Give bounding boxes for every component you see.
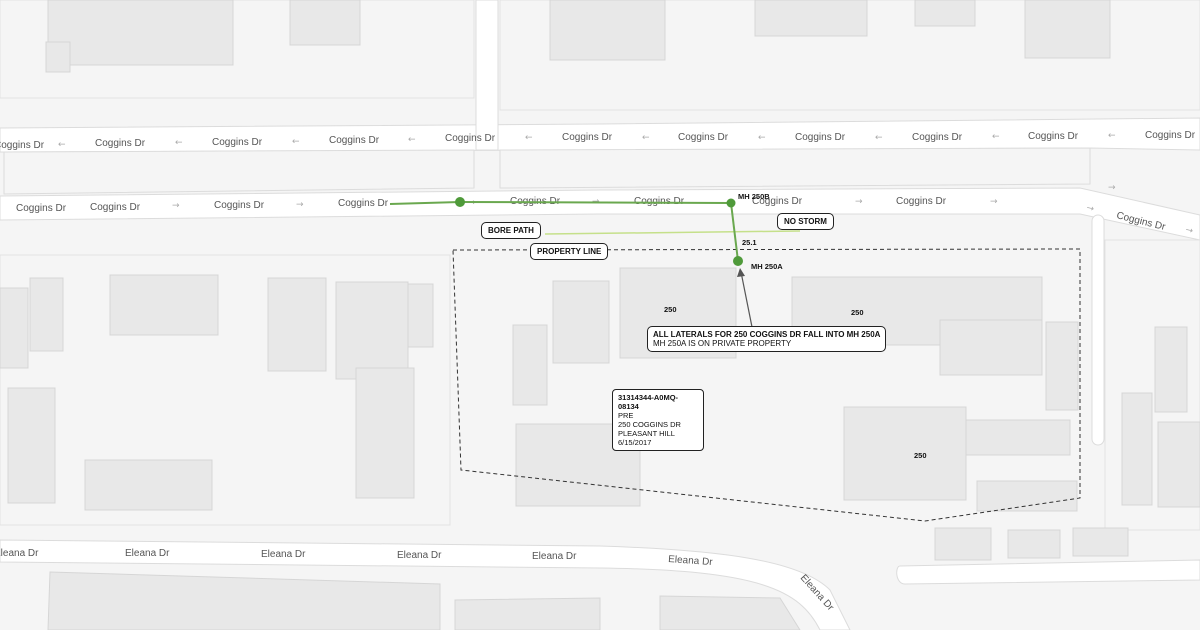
street-label-coggins: Coggins Dr: [1028, 131, 1079, 142]
street-label-coggins: Coggins Dr: [896, 196, 947, 207]
direction-arrow-east: →: [990, 197, 998, 207]
street-label-eleana: Eleana Dr: [532, 551, 577, 562]
property-line-callout[interactable]: PROPERTY LINE: [530, 243, 609, 260]
street-label-eleana: Eleana Dr: [261, 549, 306, 560]
direction-arrow-west: ←: [525, 133, 533, 143]
street-label-coggins: Coggins Dr: [329, 135, 380, 146]
direction-arrow-west: ←: [875, 133, 883, 143]
street-label-coggins: Coggins Dr: [338, 198, 389, 209]
direction-arrow-west: ←: [58, 140, 66, 150]
mh-250a-label: MH 250A: [751, 262, 783, 271]
median-west: [3, 149, 475, 195]
parcel-date: 6/15/2017: [618, 438, 652, 447]
direction-arrow-west: ←: [642, 133, 650, 143]
street-label-coggins: Coggins Dr: [90, 202, 141, 213]
street-label-eleana: Eleana Dr: [397, 550, 442, 561]
direction-arrow-west: ←: [1108, 131, 1116, 141]
bore-path-callout[interactable]: BORE PATH: [481, 222, 541, 239]
street-label-coggins: Coggins Dr: [95, 138, 146, 149]
street-label-coggins: Coggins Dr: [634, 196, 685, 207]
street-label-coggins: Coggins Dr: [214, 200, 265, 211]
parcel-type: PRE: [618, 411, 634, 420]
direction-arrow-west: ←: [292, 137, 300, 147]
direction-arrow-east: →: [855, 197, 863, 207]
parcel-info-box[interactable]: 31314344-A0MQ-08134 PRE 250 COGGINS DR P…: [612, 389, 704, 451]
direction-arrow-west: ←: [992, 132, 1000, 142]
street-label-coggins: Coggins Dr: [0, 140, 45, 151]
building-number-label: 250: [851, 308, 864, 317]
street-label-eleana: Eleana Dr: [125, 548, 170, 559]
building-number-label: 250: [664, 305, 677, 314]
street-label-coggins: Coggins Dr: [212, 137, 263, 148]
manhole-marker[interactable]: [455, 197, 465, 207]
direction-arrow-west: ←: [408, 135, 416, 145]
street-label-eleana: Eleana Dr: [0, 548, 39, 559]
parcel-city: PLEASANT HILL: [618, 429, 675, 438]
manhole-250a-marker[interactable]: [733, 256, 743, 266]
east-path: [1091, 214, 1105, 446]
direction-arrow-west: ←: [175, 138, 183, 148]
street-label-coggins: Coggins Dr: [678, 132, 729, 143]
distance-label: 25.1: [742, 238, 757, 247]
direction-arrow-east: →: [172, 201, 180, 211]
street-label-coggins: Coggins Dr: [562, 132, 613, 143]
sewer-main-segment[interactable]: [459, 201, 732, 204]
direction-arrow-east: →: [296, 200, 304, 210]
laterals-callout-subtitle: MH 250A IS ON PRIVATE PROPERTY: [653, 339, 792, 348]
map-canvas[interactable]: Coggins Dr ← Coggins Dr ← Coggins Dr ← C…: [0, 0, 1200, 630]
parcel-id: 31314344-A0MQ-08134: [618, 393, 679, 411]
building-number-label: 250: [914, 451, 927, 460]
no-storm-callout[interactable]: NO STORM: [777, 213, 834, 230]
street-label-coggins: Coggins Dr: [1145, 130, 1196, 141]
median-east: [499, 147, 1091, 189]
street-label-coggins: Coggins Dr: [912, 132, 963, 143]
north-street: [475, 0, 499, 151]
street-label-coggins: Coggins Dr: [16, 203, 67, 214]
laterals-callout-title: ALL LATERALS FOR 250 COGGINS DR FALL INT…: [653, 330, 881, 339]
direction-arrow-east: →: [1108, 183, 1116, 193]
street-label-coggins: Coggins Dr: [795, 132, 846, 143]
mh-250b-label: MH 250B: [738, 192, 770, 201]
parcel-address: 250 COGGINS DR: [618, 420, 681, 429]
laterals-callout[interactable]: ALL LATERALS FOR 250 COGGINS DR FALL INT…: [647, 326, 887, 352]
manhole-250b-marker[interactable]: [726, 198, 736, 208]
direction-arrow-west: ←: [758, 133, 766, 143]
street-label-coggins: Coggins Dr: [445, 133, 496, 144]
